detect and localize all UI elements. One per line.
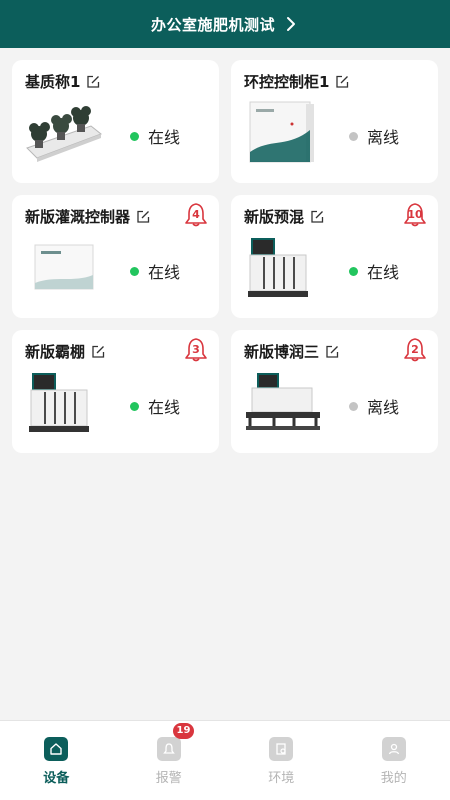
chevron-right-icon[interactable] — [283, 16, 299, 32]
alarm-badge[interactable]: 2 — [402, 337, 428, 363]
top-bar[interactable]: 办公室施肥机测试 — [0, 0, 450, 48]
alarm-badge[interactable]: 10 — [402, 202, 428, 228]
device-status: 在线 — [130, 259, 180, 283]
environment-icon — [269, 737, 293, 761]
device-name: 新版预混 — [244, 208, 305, 226]
status-dot — [349, 266, 358, 276]
tab-alarms[interactable]: 19 报警 — [113, 721, 226, 800]
status-label: 离线 — [367, 398, 400, 417]
bell-icon — [156, 737, 181, 761]
device-name: 新版博润三 — [244, 343, 320, 361]
device-status: 在线 — [130, 124, 180, 148]
alarm-count: 2 — [411, 343, 419, 356]
device-image-cabinet — [249, 101, 314, 163]
status-dot — [349, 401, 358, 411]
device-status: 离线 — [349, 124, 399, 148]
device-image-planter — [26, 106, 102, 162]
alarm-badge[interactable]: 4 — [183, 202, 209, 228]
tab-devices[interactable]: 设备 — [0, 721, 113, 800]
edit-icon[interactable] — [310, 210, 324, 224]
alarm-count: 10 — [407, 208, 423, 221]
device-card[interactable]: 环控控制柜1 离线 — [231, 60, 438, 183]
edit-icon[interactable] — [86, 75, 100, 89]
edit-icon[interactable] — [335, 75, 349, 89]
status-label: 离线 — [367, 128, 400, 147]
edit-icon[interactable] — [325, 345, 339, 359]
device-image-fertigation-wide — [246, 373, 320, 430]
device-status: 离线 — [349, 394, 399, 418]
tab-label: 设备 — [43, 771, 70, 786]
device-status: 在线 — [349, 259, 399, 283]
user-icon — [381, 737, 406, 761]
device-name: 环控控制柜1 — [244, 73, 330, 91]
device-card[interactable]: 新版霸棚 3 在线 — [12, 330, 219, 453]
device-image-fertigation — [248, 238, 308, 297]
status-label: 在线 — [148, 263, 181, 282]
device-name: 基质称1 — [25, 73, 81, 91]
tab-label: 我的 — [380, 771, 407, 786]
status-dot — [349, 131, 358, 141]
device-name: 新版灌溉控制器 — [25, 208, 131, 226]
alarm-count: 4 — [192, 208, 200, 221]
tab-environment[interactable]: 环境 — [225, 721, 338, 800]
edit-icon[interactable] — [91, 345, 105, 359]
home-icon — [44, 737, 68, 761]
alarm-count-badge: 19 — [172, 723, 195, 739]
device-card[interactable]: 新版灌溉控制器 4 在线 — [12, 195, 219, 318]
device-name: 新版霸棚 — [25, 343, 86, 361]
status-dot — [130, 266, 139, 276]
alarm-count: 3 — [192, 343, 200, 356]
device-card[interactable]: 新版博润三 2 离线 — [231, 330, 438, 453]
status-dot — [130, 131, 139, 141]
device-status: 在线 — [130, 394, 180, 418]
alarm-badge[interactable]: 3 — [183, 337, 209, 363]
status-label: 在线 — [148, 128, 181, 147]
device-card[interactable]: 基质称1 在线 — [12, 60, 219, 183]
status-dot — [130, 401, 139, 411]
device-card[interactable]: 新版预混 10 在线 — [231, 195, 438, 318]
device-grid: 基质称1 在线 环控控制柜1 离线 新版灌溉控制器 4 在线 新版预混 10 在… — [12, 60, 438, 453]
page-title[interactable]: 办公室施肥机测试 — [151, 14, 275, 35]
edit-icon[interactable] — [136, 210, 150, 224]
tab-label: 报警 — [155, 771, 182, 786]
status-label: 在线 — [148, 398, 181, 417]
tab-profile[interactable]: 我的 — [338, 721, 450, 800]
device-image-controller — [34, 244, 94, 290]
device-image-fertigation — [29, 373, 89, 432]
tab-label: 环境 — [268, 771, 295, 786]
bottom-tab-bar: 设备 19 报警 环境 我的 — [0, 720, 450, 800]
status-label: 在线 — [367, 263, 400, 282]
